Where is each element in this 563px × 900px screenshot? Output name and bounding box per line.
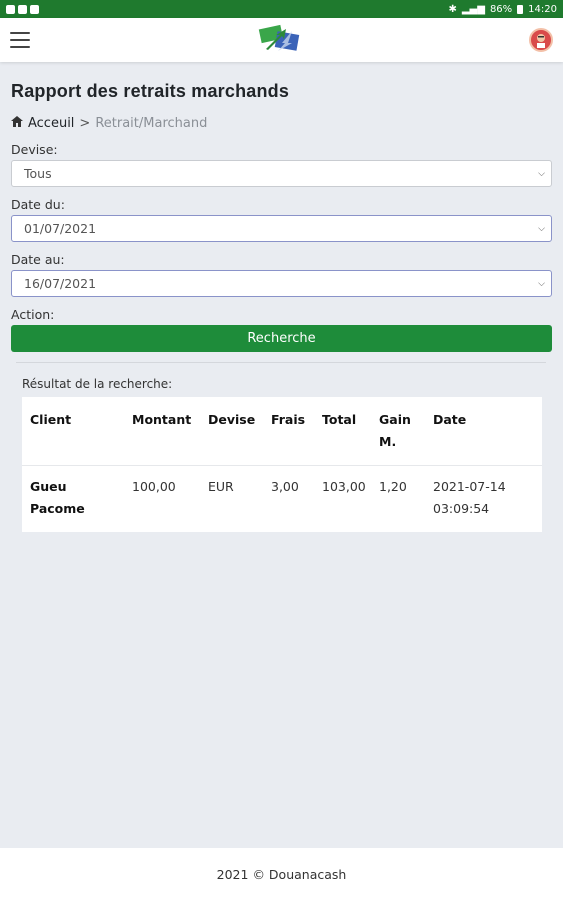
divider [16,362,546,363]
battery-level: 86% [489,3,513,15]
image-icon [18,4,27,14]
chevron-down-icon: ⌵ [538,223,545,234]
table-header-row: Client Montant Devise Frais Total Gain M… [22,397,542,466]
main-content: Rapport des retraits marchands Acceuil >… [11,62,552,532]
status-bar: ✱ ▂▄▆ 86% 14:20 [0,0,563,18]
breadcrumb-home-link[interactable]: Acceuil [28,116,74,131]
footer-copyright: 2021 © Douanacash [216,866,347,882]
signal-icon: ▂▄▆ [461,3,485,15]
cell-date: 2021-07-14 03:09:54 [425,465,542,532]
footer: 2021 © Douanacash [0,848,563,900]
home-icon[interactable] [11,116,23,131]
cell-montant: 100,00 [124,465,200,532]
date-from-label: Date du: [11,197,65,212]
cell-client: Gueu Pacome [22,465,124,532]
column-header-devise: Devise [208,412,256,427]
user-avatar-icon[interactable] [529,28,553,52]
notification-icon [6,4,15,14]
column-header-gain: Gain M. [379,412,411,449]
douanacash-logo[interactable] [256,23,304,57]
column-header-client: Client [30,412,72,427]
date-from-select[interactable]: 01/07/2021 ⌵ [11,215,552,242]
devise-select[interactable]: Tous ⌵ [11,160,552,187]
notification-icons [6,4,39,14]
devise-value: Tous [24,166,52,181]
results-table-card: Client Montant Devise Frais Total Gain M… [22,397,542,532]
date-to-value: 16/07/2021 [24,276,97,291]
action-label: Action: [11,307,55,322]
results-table: Client Montant Devise Frais Total Gain M… [22,397,542,532]
shield-icon [30,4,39,14]
cell-total: 103,00 [314,465,371,532]
battery-icon [517,4,524,14]
results-label: Résultat de la recherche: [22,377,173,391]
chevron-down-icon: ⌵ [538,168,545,179]
search-button[interactable]: Recherche [11,325,552,352]
breadcrumb: Acceuil > Retrait/Marchand [11,116,552,131]
date-to-select[interactable]: 16/07/2021 ⌵ [11,270,552,297]
chevron-down-icon: ⌵ [538,278,545,289]
table-row[interactable]: Gueu Pacome 100,00 EUR 3,00 103,00 1,20 … [22,465,542,532]
column-header-montant: Montant [132,412,192,427]
cell-devise: EUR [200,465,263,532]
date-to-label: Date au: [11,252,65,267]
column-header-date: Date [433,412,467,427]
clock: 14:20 [528,3,557,15]
cell-frais: 3,00 [263,465,314,532]
page-title: Rapport des retraits marchands [11,81,290,101]
hamburger-menu-icon[interactable] [10,32,30,48]
bluetooth-icon: ✱ [448,3,457,15]
app-header [0,18,563,62]
cell-gain: 1,20 [371,465,425,532]
system-status: ✱ ▂▄▆ 86% 14:20 [448,4,557,15]
date-from-value: 01/07/2021 [24,221,97,236]
column-header-frais: Frais [271,412,306,427]
column-header-total: Total [322,412,357,427]
devise-label: Devise: [11,142,58,157]
breadcrumb-current: Retrait/Marchand [95,116,208,131]
breadcrumb-separator: > [79,116,91,131]
